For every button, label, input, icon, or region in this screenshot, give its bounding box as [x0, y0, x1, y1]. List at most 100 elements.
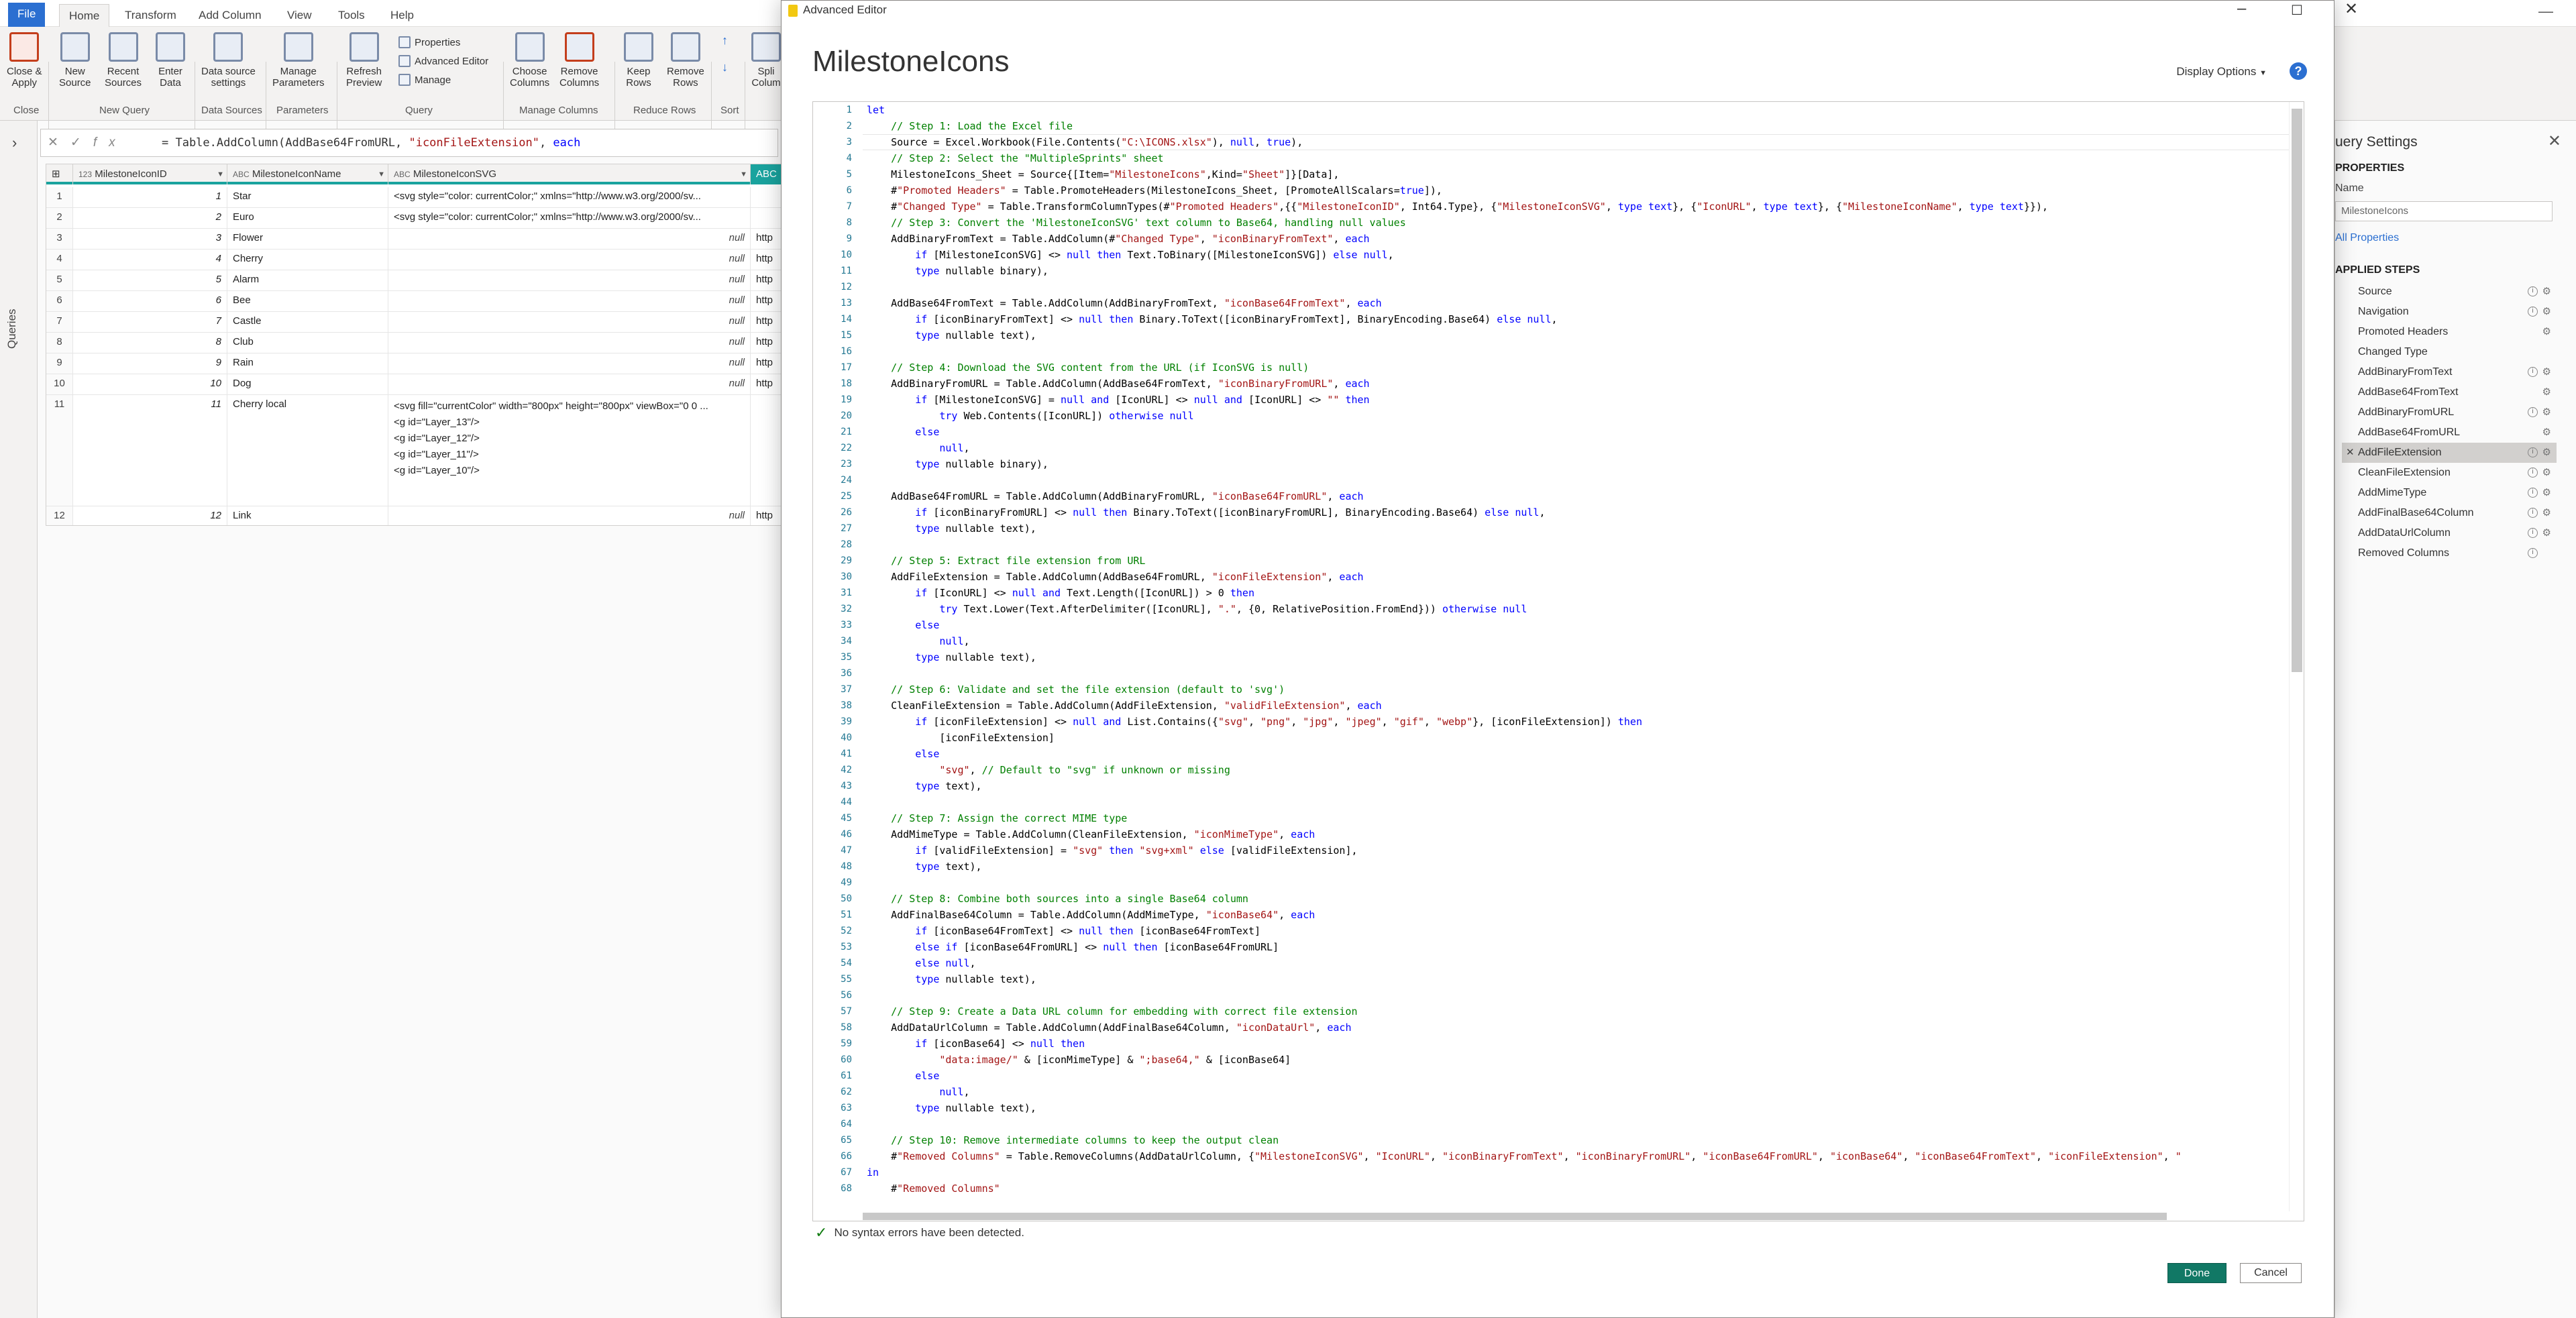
code-line[interactable]: type nullable binary), [867, 263, 1049, 279]
row-number[interactable]: 9 [46, 353, 73, 374]
row-number[interactable]: 4 [46, 250, 73, 270]
table-cell[interactable]: Cherry local [227, 395, 388, 506]
code-line[interactable]: AddMimeType = Table.AddColumn(CleanFileE… [867, 826, 1315, 842]
formula-bar[interactable]: ✕✓fx = Table.AddColumn(AddBase64FromURL,… [40, 129, 778, 157]
tab-tools[interactable]: Tools [329, 4, 374, 27]
gear-icon[interactable]: ⚙ [2542, 503, 2551, 523]
table-row[interactable]: 5 5 Alarm null http [46, 270, 783, 291]
display-options-dropdown[interactable]: Display Options ▼ [2176, 65, 2267, 78]
vertical-scrollbar[interactable] [2289, 102, 2304, 1221]
applied-step[interactable]: AddBinaryFromText i ⚙ [2342, 362, 2557, 382]
table-cell[interactable]: null [388, 250, 751, 270]
gear-icon[interactable]: ⚙ [2542, 443, 2551, 463]
code-line[interactable]: else [867, 1068, 939, 1084]
code-line[interactable]: AddBase64FromText = Table.AddColumn(AddB… [867, 295, 1382, 311]
enter-data-button[interactable]: Enter Data [156, 32, 185, 89]
code-line[interactable]: AddBinaryFromText = Table.AddColumn(#"Ch… [867, 231, 1369, 247]
step-info-icon[interactable]: i [2528, 528, 2538, 538]
table-cell[interactable]: Bee [227, 291, 388, 311]
code-line[interactable]: if [iconBase64FromText] <> null then [ic… [867, 923, 1260, 939]
code-line[interactable]: MilestoneIcons_Sheet = Source{[Item="Mil… [867, 166, 1339, 182]
remove-columns-button[interactable]: Remove Columns [559, 32, 599, 89]
step-info-icon[interactable]: i [2528, 407, 2538, 417]
table-cell[interactable]: Rain [227, 353, 388, 374]
horizontal-scrollbar[interactable] [863, 1211, 2290, 1221]
code-line[interactable]: AddBase64FromURL = Table.AddColumn(AddBi… [867, 488, 1363, 504]
done-button[interactable]: Done [2167, 1263, 2226, 1283]
code-line[interactable]: else null, [867, 955, 975, 971]
code-line[interactable]: // Step 5: Extract file extension from U… [867, 553, 1145, 569]
tab-add-column[interactable]: Add Column [189, 4, 271, 27]
applied-step[interactable]: AddFinalBase64Column i ⚙ [2342, 503, 2557, 523]
tab-file[interactable]: File [8, 3, 46, 27]
code-line[interactable]: if [iconBinaryFromURL] <> null then Bina… [867, 504, 1545, 520]
code-line[interactable]: else [867, 617, 939, 633]
query-name-input[interactable]: MilestoneIcons [2335, 201, 2553, 221]
table-cell[interactable]: http [751, 374, 783, 394]
code-line[interactable]: if [validFileExtension] = "svg" then "sv… [867, 842, 1357, 859]
applied-step[interactable]: CleanFileExtension i ⚙ [2342, 463, 2557, 483]
code-line[interactable]: type nullable binary), [867, 456, 1049, 472]
code-line[interactable]: Source = Excel.Workbook(File.Contents("C… [867, 134, 1303, 150]
code-line[interactable]: type nullable text), [867, 327, 1036, 343]
table-cell[interactable]: null [388, 506, 751, 525]
column-filter-icon[interactable]: ▼ [217, 164, 224, 184]
applied-step[interactable]: Removed Columns i [2342, 543, 2557, 563]
code-line[interactable]: type nullable text), [867, 520, 1036, 537]
expand-queries-icon[interactable]: › [12, 134, 17, 152]
table-cell[interactable]: http [751, 291, 783, 311]
formula-text[interactable]: = Table.AddColumn(AddBase64FromURL, "ico… [162, 136, 580, 150]
code-line[interactable]: let [867, 102, 885, 118]
step-info-icon[interactable]: i [2528, 488, 2538, 498]
data-source-settings-button[interactable]: Data source settings [201, 32, 256, 89]
code-line[interactable]: [iconFileExtension] [867, 730, 1055, 746]
table-cell[interactable]: http [751, 333, 783, 353]
gear-icon[interactable]: ⚙ [2542, 322, 2551, 342]
gear-icon[interactable]: ⚙ [2542, 463, 2551, 483]
table-cell[interactable]: 7 [73, 312, 227, 332]
code-line[interactable]: type nullable text), [867, 1100, 1036, 1116]
gear-icon[interactable]: ⚙ [2542, 362, 2551, 382]
table-cell[interactable]: 4 [73, 250, 227, 270]
code-line[interactable]: // Step 7: Assign the correct MIME type [867, 810, 1127, 826]
code-line[interactable]: type text), [867, 859, 981, 875]
code-line[interactable]: // Step 2: Select the "MultipleSprints" … [867, 150, 1163, 166]
code-line[interactable]: #"Removed Columns" = Table.RemoveColumns… [867, 1148, 2182, 1164]
table-cell[interactable]: 9 [73, 353, 227, 374]
applied-step[interactable]: AddBase64FromText ⚙ [2342, 382, 2557, 402]
gear-icon[interactable]: ⚙ [2542, 382, 2551, 402]
column-header[interactable]: 123 MilestoneIconID ▼ [73, 164, 227, 184]
manage-parameters-button[interactable]: Manage Parameters [272, 32, 325, 89]
choose-columns-button[interactable]: Choose Columns [510, 32, 549, 89]
row-number[interactable]: 2 [46, 208, 73, 228]
code-line[interactable]: try Text.Lower(Text.AfterDelimiter([Icon… [867, 601, 1527, 617]
code-line[interactable]: if [MilestoneIconSVG] = null and [IconUR… [867, 392, 1369, 408]
table-cell[interactable]: Castle [227, 312, 388, 332]
row-number[interactable]: 5 [46, 270, 73, 290]
table-row[interactable]: 4 4 Cherry null http [46, 250, 783, 270]
table-row[interactable]: 8 8 Club null http [46, 333, 783, 353]
table-cell[interactable]: null [388, 374, 751, 394]
table-cell[interactable]: 12 [73, 506, 227, 525]
tab-help[interactable]: Help [381, 4, 423, 27]
code-line[interactable]: // Step 4: Download the SVG content from… [867, 360, 1309, 376]
applied-step[interactable]: Promoted Headers ⚙ [2342, 322, 2557, 342]
tab-view[interactable]: View [278, 4, 321, 27]
code-line[interactable]: else if [iconBase64FromURL] <> null then… [867, 939, 1279, 955]
step-info-icon[interactable]: i [2528, 286, 2538, 296]
gear-icon[interactable]: ⚙ [2542, 402, 2551, 423]
table-cell[interactable]: 5 [73, 270, 227, 290]
table-cell[interactable]: Euro [227, 208, 388, 228]
table-cell[interactable] [751, 395, 783, 506]
code-editor[interactable]: 1 2 3 4 5 6 7 8 9 10 11 12 13 14 15 16 17 18 19 20 21 22 23 24 2… [812, 101, 2304, 1221]
column-header[interactable]: ABC MilestoneIconName ▼ [227, 164, 388, 184]
recent-sources-button[interactable]: Recent Sources [105, 32, 142, 89]
table-row[interactable]: 11 11 Cherry local <svg fill="currentColor"… [46, 395, 783, 506]
table-cell[interactable]: Link [227, 506, 388, 525]
table-cell[interactable]: 2 [73, 208, 227, 228]
column-filter-icon[interactable]: ▼ [378, 164, 385, 184]
applied-step[interactable]: ✕ AddFileExtension i ⚙ [2342, 443, 2557, 463]
code-line[interactable]: #"Changed Type" = Table.TransformColumnT… [867, 199, 2048, 215]
code-line[interactable]: type text), [867, 778, 981, 794]
step-info-icon[interactable]: i [2528, 548, 2538, 558]
